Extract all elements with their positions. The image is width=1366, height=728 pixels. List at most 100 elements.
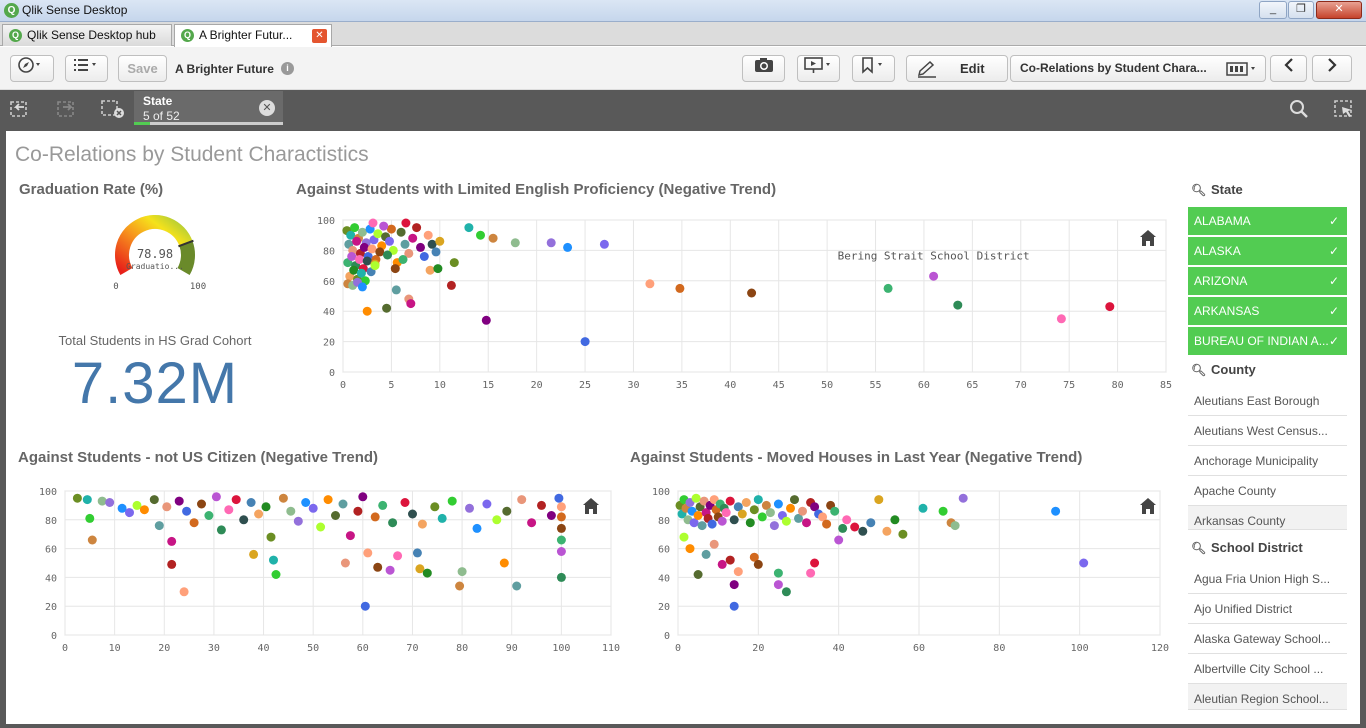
data-point[interactable] bbox=[331, 511, 340, 520]
data-point[interactable] bbox=[717, 516, 727, 526]
data-point[interactable] bbox=[388, 518, 398, 528]
data-point[interactable] bbox=[422, 568, 432, 578]
data-point[interactable] bbox=[433, 264, 443, 274]
filter-item[interactable]: Anchorage Municipality bbox=[1188, 446, 1347, 476]
data-point[interactable] bbox=[370, 512, 380, 522]
data-point[interactable] bbox=[254, 509, 264, 519]
data-point[interactable] bbox=[174, 496, 184, 506]
data-point[interactable] bbox=[362, 306, 372, 316]
home-icon[interactable] bbox=[582, 497, 600, 515]
data-point[interactable] bbox=[383, 250, 392, 260]
data-point[interactable] bbox=[729, 601, 739, 611]
data-point[interactable] bbox=[425, 265, 435, 275]
data-point[interactable] bbox=[378, 500, 388, 510]
global-menu-button[interactable] bbox=[65, 55, 108, 82]
data-point[interactable] bbox=[1079, 558, 1089, 568]
data-point[interactable] bbox=[556, 547, 566, 556]
data-point[interactable] bbox=[398, 255, 408, 264]
data-point[interactable] bbox=[417, 519, 427, 529]
data-point[interactable] bbox=[139, 505, 149, 515]
navigation-button[interactable] bbox=[10, 55, 54, 82]
data-point[interactable] bbox=[721, 508, 731, 518]
data-point[interactable] bbox=[1056, 314, 1066, 324]
data-point[interactable] bbox=[773, 499, 783, 509]
data-point[interactable] bbox=[709, 539, 719, 549]
data-point[interactable] bbox=[850, 522, 860, 532]
data-point[interactable] bbox=[482, 499, 492, 509]
data-point[interactable] bbox=[882, 526, 892, 536]
data-point[interactable] bbox=[765, 508, 775, 518]
story-button[interactable] bbox=[797, 55, 840, 82]
edit-button[interactable]: Edit bbox=[906, 55, 1008, 82]
data-point[interactable] bbox=[211, 492, 221, 502]
data-point[interactable] bbox=[806, 568, 816, 578]
data-point[interactable] bbox=[717, 559, 727, 569]
data-point[interactable] bbox=[874, 495, 884, 505]
clear-selection-icon[interactable]: ✕ bbox=[259, 100, 275, 116]
data-point[interactable] bbox=[786, 503, 795, 513]
data-point[interactable] bbox=[350, 223, 360, 233]
graduation-gauge[interactable]: 78.98 Graduatio... 0 100 bbox=[100, 213, 210, 293]
filter-header-school-district[interactable]: 🔍︎ School District bbox=[1188, 540, 1347, 562]
data-point[interactable] bbox=[691, 493, 701, 503]
data-point[interactable] bbox=[167, 559, 177, 569]
data-point[interactable] bbox=[556, 502, 566, 512]
data-point[interactable] bbox=[266, 532, 276, 542]
data-point[interactable] bbox=[449, 258, 459, 268]
data-point[interactable] bbox=[167, 536, 177, 546]
data-point[interactable] bbox=[231, 495, 241, 505]
data-point[interactable] bbox=[406, 299, 416, 309]
data-point[interactable] bbox=[357, 227, 367, 237]
data-point[interactable] bbox=[517, 495, 527, 505]
data-point[interactable] bbox=[82, 495, 92, 505]
filter-item[interactable]: Ajo Unified District bbox=[1188, 594, 1347, 624]
data-point[interactable] bbox=[446, 280, 456, 290]
filter-item[interactable]: Aleutians East Borough bbox=[1188, 386, 1347, 416]
data-point[interactable] bbox=[685, 544, 695, 554]
data-point[interactable] bbox=[216, 525, 226, 535]
data-point[interactable] bbox=[390, 264, 400, 274]
data-point[interactable] bbox=[189, 518, 199, 528]
data-point[interactable] bbox=[412, 548, 422, 558]
data-point[interactable] bbox=[370, 261, 380, 271]
data-point[interactable] bbox=[958, 493, 968, 503]
data-point[interactable] bbox=[427, 239, 437, 249]
data-point[interactable] bbox=[419, 252, 429, 261]
step-back-icon[interactable] bbox=[8, 98, 32, 120]
data-point[interactable] bbox=[858, 526, 868, 536]
search-icon[interactable]: 🔍︎ bbox=[1191, 541, 1206, 555]
data-point[interactable] bbox=[412, 223, 422, 233]
data-point[interactable] bbox=[822, 519, 832, 529]
scatter-chart-moved-houses[interactable]: 0 20 40 60 80 100 120 0 20 40 60 80 100 bbox=[638, 480, 1178, 670]
scatter-chart-english-proficiency[interactable]: 0 5 10 15 20 25 30 35 40 45 50 55 60 65 70 75 80 85 0 20 40 6… bbox=[300, 212, 1180, 408]
data-point[interactable] bbox=[929, 271, 939, 281]
data-point[interactable] bbox=[437, 513, 447, 523]
data-point[interactable] bbox=[368, 218, 378, 228]
data-point[interactable] bbox=[883, 283, 893, 293]
filter-item-selected[interactable]: BUREAU OF INDIAN A... ✓ bbox=[1188, 327, 1347, 356]
data-point[interactable] bbox=[834, 535, 844, 545]
data-point[interactable] bbox=[745, 518, 755, 528]
data-point[interactable] bbox=[373, 229, 383, 239]
sheet-selector[interactable]: Co-Relations by Student Chara... bbox=[1010, 55, 1266, 82]
data-point[interactable] bbox=[753, 559, 763, 569]
home-icon[interactable] bbox=[1139, 229, 1157, 247]
filter-header-county[interactable]: 🔍︎ County bbox=[1188, 362, 1347, 384]
data-point[interactable] bbox=[729, 580, 739, 590]
data-point[interactable] bbox=[499, 558, 509, 568]
data-point[interactable] bbox=[481, 315, 491, 325]
data-point[interactable] bbox=[308, 503, 318, 513]
filter-item[interactable]: Alaska Gateway School... bbox=[1188, 624, 1347, 654]
data-point[interactable] bbox=[729, 515, 739, 525]
data-point[interactable] bbox=[246, 498, 256, 507]
data-point[interactable] bbox=[416, 242, 425, 252]
scatter-chart-not-citizen[interactable]: 0 10 20 30 40 50 60 70 80 90 100 110 0 20 40 60 80 100 bbox=[25, 480, 625, 670]
filter-item[interactable]: Aleutians West Census... bbox=[1188, 416, 1347, 446]
data-point[interactable] bbox=[465, 503, 474, 513]
data-point[interactable] bbox=[360, 601, 370, 611]
search-icon[interactable]: 🔍︎ bbox=[1191, 183, 1206, 197]
data-point[interactable] bbox=[898, 529, 908, 539]
data-point[interactable] bbox=[599, 239, 609, 249]
data-point[interactable] bbox=[423, 230, 433, 240]
data-point[interactable] bbox=[345, 531, 355, 541]
